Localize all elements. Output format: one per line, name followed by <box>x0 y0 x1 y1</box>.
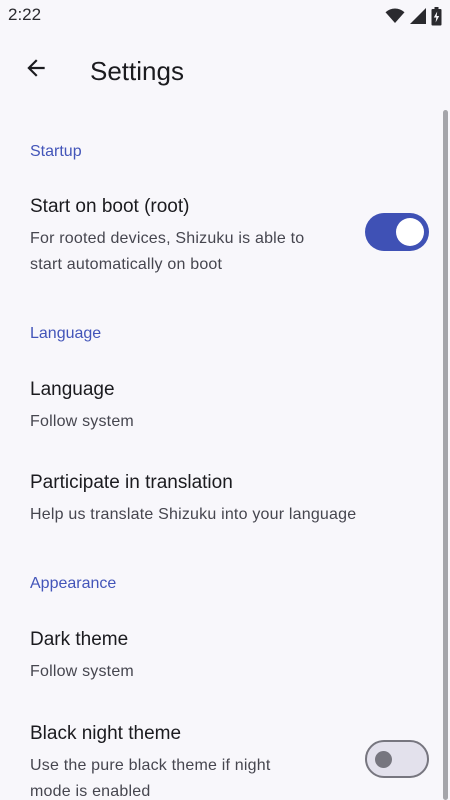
pref-summary: Follow system <box>30 413 134 430</box>
pref-title: Black night theme <box>30 723 182 744</box>
pref-start-on-boot[interactable]: Start on boot (root) For rooted devices,… <box>0 196 440 278</box>
switch-thumb <box>375 751 392 768</box>
settings-screen: 2:22 Settings Startup Start on boot (roo… <box>0 0 450 800</box>
section-header-language: Language <box>30 325 102 342</box>
page-title: Settings <box>90 56 184 86</box>
pref-summary-line: Use the pure black theme if night <box>30 757 271 774</box>
scrollbar-thumb[interactable] <box>443 110 448 800</box>
switch-thumb <box>396 218 424 246</box>
status-bar: 2:22 <box>0 0 450 32</box>
back-button[interactable] <box>12 46 60 94</box>
pref-dark-theme[interactable]: Dark theme Follow system <box>0 629 440 689</box>
pref-summary: Use the pure black theme if night mode i… <box>30 753 271 800</box>
status-time: 2:22 <box>8 5 42 24</box>
wifi-icon <box>385 8 405 24</box>
pref-summary-line: For rooted devices, Shizuku is able to <box>30 230 305 247</box>
pref-summary: Help us translate Shizuku into your lang… <box>30 506 357 523</box>
start-on-boot-switch[interactable] <box>365 213 429 251</box>
section-header-startup: Startup <box>30 143 82 160</box>
pref-black-night-theme[interactable]: Black night theme Use the pure black the… <box>0 723 440 800</box>
pref-title: Participate in translation <box>30 472 233 493</box>
pref-summary: Follow system <box>30 663 134 680</box>
pref-summary-line: mode is enabled <box>30 783 151 800</box>
pref-summary-line: start automatically on boot <box>30 256 223 273</box>
status-icons <box>385 6 442 26</box>
arrow-back-icon <box>23 55 49 86</box>
pref-language[interactable]: Language Follow system <box>0 379 440 439</box>
scrollbar[interactable] <box>443 110 448 800</box>
app-bar: Settings <box>0 32 450 110</box>
black-night-theme-switch[interactable] <box>365 740 429 778</box>
pref-title: Dark theme <box>30 629 129 650</box>
battery-icon <box>431 6 442 26</box>
pref-title: Language <box>30 379 115 400</box>
pref-participate-translation[interactable]: Participate in translation Help us trans… <box>0 472 440 532</box>
section-header-appearance: Appearance <box>30 575 117 592</box>
signal-icon <box>409 7 427 25</box>
pref-summary: For rooted devices, Shizuku is able to s… <box>30 226 304 278</box>
pref-title: Start on boot (root) <box>30 196 190 217</box>
